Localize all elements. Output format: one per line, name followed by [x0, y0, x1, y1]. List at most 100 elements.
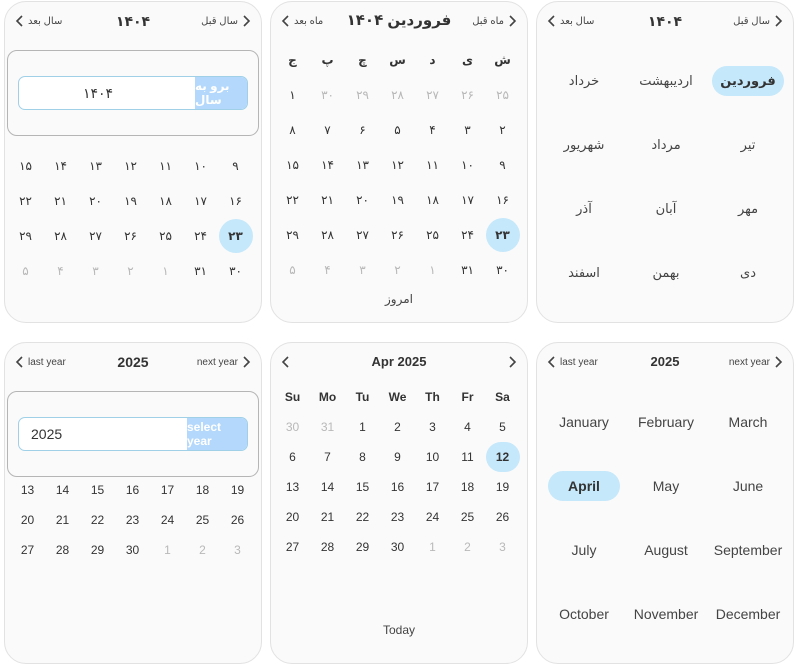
month-cell[interactable]: خرداد [543, 49, 625, 113]
day-cell[interactable]: ۸ [275, 112, 310, 147]
day-cell[interactable]: ۶ [345, 112, 380, 147]
day-cell[interactable]: 29 [80, 535, 115, 565]
day-cell-selected[interactable]: 12 [485, 442, 520, 472]
day-cell-outside[interactable]: ۳۰ [310, 77, 345, 112]
day-cell[interactable]: 22 [345, 502, 380, 532]
day-cell-outside[interactable]: ۲ [380, 252, 415, 287]
day-cell[interactable]: ۱۸ [415, 182, 450, 217]
day-cell[interactable]: ۱۲ [380, 147, 415, 182]
month-cell[interactable]: مرداد [625, 113, 707, 177]
day-cell[interactable]: 23 [380, 502, 415, 532]
day-cell[interactable]: 18 [185, 475, 220, 505]
next-year-button[interactable]: next year [729, 351, 783, 373]
month-cell[interactable]: دی [707, 241, 789, 305]
day-cell-outside[interactable]: 2 [450, 532, 485, 562]
day-cell[interactable]: 29 [345, 532, 380, 562]
day-cell-selected[interactable]: ۲۳ [485, 217, 520, 252]
last-year-button[interactable]: last year [547, 351, 598, 373]
day-cell[interactable]: 14 [45, 475, 80, 505]
day-cell[interactable]: 5 [485, 412, 520, 442]
month-cell[interactable]: آذر [543, 177, 625, 241]
day-cell-outside[interactable]: ۲۸ [380, 77, 415, 112]
day-cell[interactable]: 24 [415, 502, 450, 532]
day-cell[interactable]: ۳۰ [218, 253, 253, 288]
day-cell[interactable]: ۹ [218, 148, 253, 183]
day-cell[interactable]: ۲۸ [310, 217, 345, 252]
year-input[interactable] [19, 418, 185, 450]
day-cell-outside[interactable]: ۱ [148, 253, 183, 288]
day-cell[interactable]: ۲۴ [183, 218, 218, 253]
day-cell[interactable]: ۲۵ [415, 217, 450, 252]
next-month-button[interactable]: ماه بعد [281, 10, 323, 32]
day-cell[interactable]: 13 [275, 472, 310, 502]
day-cell[interactable]: 7 [310, 442, 345, 472]
day-cell[interactable]: 20 [10, 505, 45, 535]
day-cell[interactable]: ۲۱ [43, 183, 78, 218]
day-cell[interactable]: ۲۰ [78, 183, 113, 218]
month-cell[interactable]: October [543, 582, 625, 646]
next-year-button[interactable]: next year [197, 351, 251, 373]
day-cell-outside[interactable]: 3 [220, 535, 255, 565]
month-cell[interactable]: شهریور [543, 113, 625, 177]
month-cell[interactable]: January [543, 390, 625, 454]
month-cell[interactable]: آبان [625, 177, 707, 241]
day-cell-outside[interactable]: ۲۵ [485, 77, 520, 112]
day-cell-outside[interactable]: 1 [415, 532, 450, 562]
today-button[interactable]: امروز [271, 292, 527, 306]
day-cell[interactable]: 22 [80, 505, 115, 535]
day-cell[interactable]: 27 [10, 535, 45, 565]
day-cell[interactable]: 17 [415, 472, 450, 502]
prev-year-button[interactable]: سال قبل [201, 10, 251, 32]
month-cell[interactable]: بهمن [625, 241, 707, 305]
day-cell-outside[interactable]: ۵ [275, 252, 310, 287]
next-month-button[interactable] [507, 351, 517, 373]
day-cell[interactable]: ۱۱ [148, 148, 183, 183]
day-cell[interactable]: ۲۲ [275, 182, 310, 217]
month-cell[interactable]: August [625, 518, 707, 582]
day-cell-outside[interactable]: ۱ [415, 252, 450, 287]
month-cell[interactable]: تیر [707, 113, 789, 177]
day-cell[interactable]: 25 [450, 502, 485, 532]
day-cell-outside[interactable]: ۲۷ [415, 77, 450, 112]
month-cell[interactable]: اسفند [543, 241, 625, 305]
day-cell-outside[interactable]: 3 [485, 532, 520, 562]
day-cell[interactable]: ۳۱ [183, 253, 218, 288]
day-cell[interactable]: ۱ [275, 77, 310, 112]
day-cell[interactable]: 15 [345, 472, 380, 502]
month-cell[interactable]: June [707, 454, 789, 518]
day-cell-outside[interactable]: 1 [150, 535, 185, 565]
today-button[interactable]: Today [271, 623, 527, 637]
day-cell-selected[interactable]: ۲۳ [218, 218, 253, 253]
day-cell[interactable]: ۲۶ [113, 218, 148, 253]
month-cell[interactable]: اردیبهشت [625, 49, 707, 113]
day-cell[interactable]: ۱۳ [345, 147, 380, 182]
day-cell[interactable]: 30 [115, 535, 150, 565]
day-cell[interactable]: ۱۴ [43, 148, 78, 183]
day-cell[interactable]: 30 [380, 532, 415, 562]
day-cell[interactable]: ۳ [450, 112, 485, 147]
day-cell-outside[interactable]: ۲ [113, 253, 148, 288]
day-cell[interactable]: 19 [485, 472, 520, 502]
day-cell[interactable]: ۱۰ [450, 147, 485, 182]
month-cell[interactable]: July [543, 518, 625, 582]
day-cell[interactable]: ۷ [310, 112, 345, 147]
day-cell-outside[interactable]: ۳ [345, 252, 380, 287]
day-cell[interactable]: ۹ [485, 147, 520, 182]
day-cell[interactable]: 11 [450, 442, 485, 472]
day-cell[interactable]: ۲۸ [43, 218, 78, 253]
day-cell-outside[interactable]: 30 [275, 412, 310, 442]
day-cell[interactable]: ۲۷ [78, 218, 113, 253]
last-year-button[interactable]: last year [15, 351, 66, 373]
day-cell[interactable]: 21 [45, 505, 80, 535]
day-cell[interactable]: 18 [450, 472, 485, 502]
day-cell[interactable]: 9 [380, 442, 415, 472]
year-input[interactable] [73, 77, 247, 109]
day-cell[interactable]: 20 [275, 502, 310, 532]
day-cell[interactable]: 16 [380, 472, 415, 502]
day-cell[interactable]: ۱۷ [450, 182, 485, 217]
day-cell[interactable]: ۳۱ [450, 252, 485, 287]
day-cell-outside[interactable]: ۳ [78, 253, 113, 288]
day-cell[interactable]: ۲۶ [380, 217, 415, 252]
day-cell[interactable]: ۲۷ [345, 217, 380, 252]
day-cell[interactable]: 14 [310, 472, 345, 502]
